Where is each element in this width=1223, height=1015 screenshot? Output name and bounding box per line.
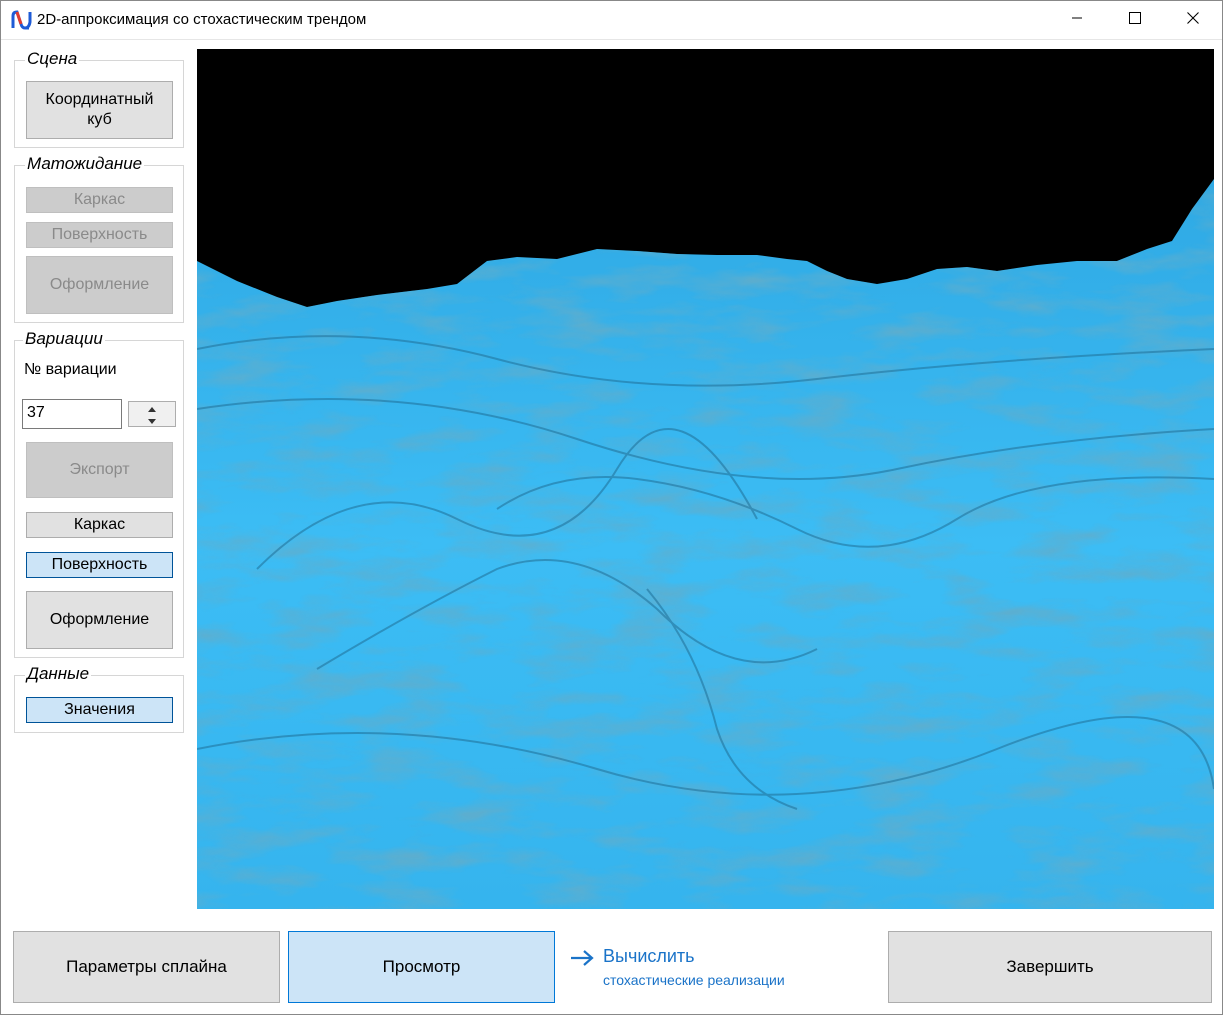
compute-subtitle[interactable]: стохастические реализации [603, 972, 785, 988]
stepper-down-button[interactable] [129, 414, 175, 426]
view-button[interactable]: Просмотр [288, 931, 555, 1003]
variation-frame-button[interactable]: Каркас [26, 512, 173, 538]
stochastic-surface-render [197, 49, 1214, 909]
expectation-frame-button[interactable]: Каркас [26, 187, 173, 213]
expectation-style-button[interactable]: Оформление [26, 256, 173, 314]
spline-parameters-button[interactable]: Параметры сплайна [13, 931, 280, 1003]
export-button[interactable]: Экспорт [26, 442, 173, 498]
variation-number-label: № вариации [24, 361, 117, 378]
maximize-icon [1129, 11, 1141, 29]
data-group-title: Данные [25, 664, 92, 684]
chevron-down-icon [148, 411, 156, 429]
variation-surface-button[interactable]: Поверхность [26, 552, 173, 578]
app-window: 2D-аппроксимация со стохастическим тренд… [0, 0, 1223, 1015]
variation-number-input[interactable]: 37 [22, 399, 122, 429]
title-bar: 2D-аппроксимация со стохастическим тренд… [1, 1, 1222, 40]
variation-number-stepper[interactable] [128, 401, 176, 427]
finish-button[interactable]: Завершить [888, 931, 1212, 1003]
close-button[interactable] [1164, 1, 1222, 39]
expectation-group-title: Матожидание [25, 154, 145, 174]
app-logo-icon [11, 10, 33, 30]
minimize-button[interactable] [1048, 1, 1106, 39]
variation-style-button[interactable]: Оформление [26, 591, 173, 649]
compute-title[interactable]: Вычислить [603, 946, 695, 967]
surface-3d-viewport[interactable] [197, 49, 1214, 909]
coordinate-cube-button[interactable]: Координатный куб [26, 81, 173, 139]
expectation-surface-button[interactable]: Поверхность [26, 222, 173, 248]
arrow-right-icon [569, 948, 595, 973]
minimize-icon [1071, 11, 1083, 29]
compute-link[interactable]: Вычислить стохастические реализации [569, 944, 869, 994]
maximize-button[interactable] [1106, 1, 1164, 39]
variations-group-title: Вариации [23, 329, 105, 349]
window-title: 2D-аппроксимация со стохастическим тренд… [37, 11, 367, 28]
close-icon [1187, 11, 1199, 29]
values-button[interactable]: Значения [26, 697, 173, 723]
scene-group-title: Сцена [25, 49, 80, 69]
